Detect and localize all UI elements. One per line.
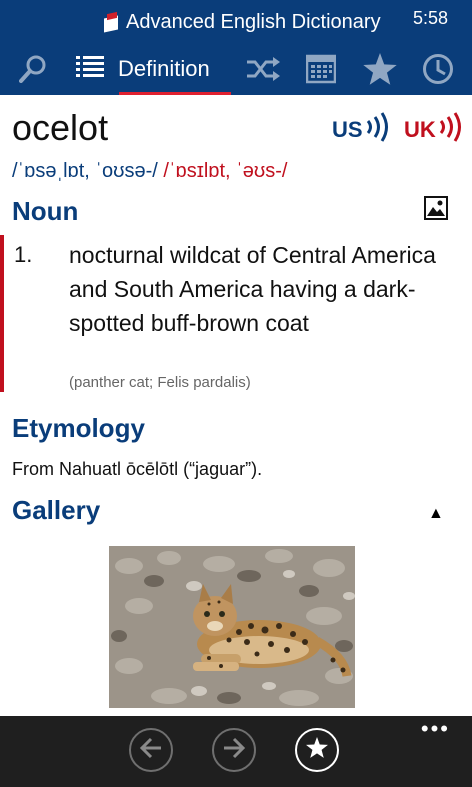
tab-definition[interactable]: Definition: [76, 50, 210, 88]
tab-definition-label: Definition: [118, 56, 210, 81]
gallery-heading: Gallery: [12, 495, 101, 525]
search-icon[interactable]: [14, 50, 52, 88]
app-title-text: Advanced English Dictionary: [126, 10, 381, 33]
etymology-heading: Etymology: [12, 413, 145, 443]
collapse-arrow-icon[interactable]: ▲: [428, 505, 444, 523]
back-arrow-icon: [139, 737, 163, 764]
etymology-text: From Nahuatl ōcēlōtl (“jaguar”).: [12, 459, 263, 479]
definition-marker: [0, 235, 4, 392]
star-icon[interactable]: [361, 50, 399, 88]
definition-text: nocturnal wildcat of Central America and…: [69, 242, 436, 336]
shuffle-icon[interactable]: [244, 50, 282, 88]
status-time: 5:58: [412, 8, 448, 28]
forward-button[interactable]: [212, 728, 256, 772]
audio-us-label: US: [332, 117, 363, 142]
pronunciation-uk: /ˈɒsɪlɒt, ˈəʊs-/: [163, 160, 288, 182]
app-title: Advanced English Dictionary: [104, 8, 381, 36]
favorite-star-icon: [306, 737, 328, 763]
app-bar: •••: [0, 716, 472, 787]
calendar-icon[interactable]: [302, 50, 340, 88]
pronunciation-us: /ˈɒsəˌlɒt, ˈoʊsə-/: [12, 160, 158, 182]
title-bar: Advanced English Dictionary 5:58 Definit…: [0, 0, 472, 95]
gallery-image[interactable]: [109, 546, 355, 708]
favorite-button[interactable]: [295, 728, 339, 772]
picture-icon[interactable]: [424, 196, 448, 220]
noun-heading: Noun: [12, 196, 79, 226]
back-button[interactable]: [129, 728, 173, 772]
speaker-waves-icon: [365, 112, 391, 148]
more-icon[interactable]: •••: [421, 716, 450, 742]
definition-number: 1.: [14, 242, 33, 267]
audio-us-button[interactable]: US: [332, 112, 391, 148]
app-logo-icon: [104, 11, 120, 33]
audio-uk-label: UK: [404, 117, 436, 142]
active-tab-indicator: [119, 92, 231, 95]
definition-synonyms: (panther cat; Felis pardalis): [69, 374, 251, 391]
audio-uk-button[interactable]: UK: [404, 112, 464, 148]
pronunciation: /ˈɒsəˌlɒt, ˈoʊsə-/ /ˈɒsɪlɒt, ˈəʊs-/: [12, 160, 287, 183]
list-icon: [76, 54, 104, 84]
speaker-waves-icon: [438, 112, 464, 148]
clock-icon[interactable]: [419, 50, 457, 88]
forward-arrow-icon: [222, 737, 246, 764]
headword: ocelot: [12, 107, 109, 148]
toolbar: Definition: [0, 44, 472, 94]
